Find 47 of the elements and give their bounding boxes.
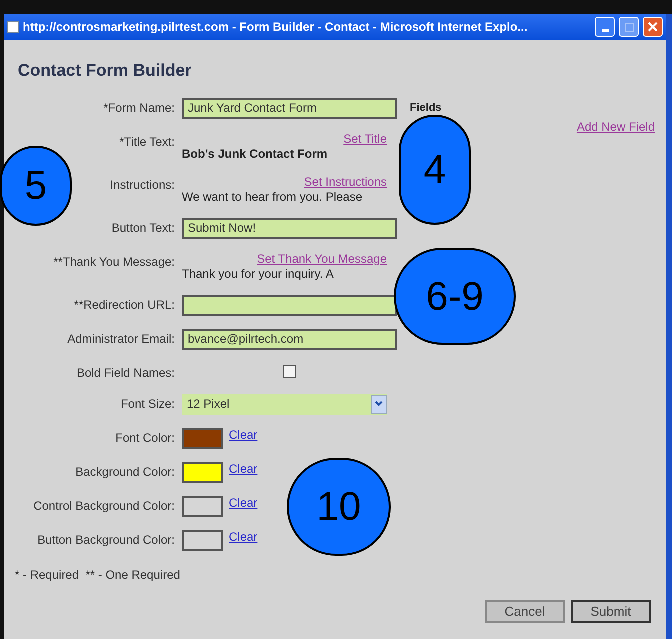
- dialog-button[interactable]: Cancel: [485, 600, 565, 622]
- close-icon: [648, 22, 658, 32]
- field-label: Bold Field Names:: [76, 364, 175, 380]
- window-title: http://controsmarketing.pilrtest.com - Form Builder - Contact - Microsoft Internet Explo...: [23, 19, 529, 36]
- color-swatch[interactable]: [182, 530, 223, 550]
- required-legend: * - Required ** - One Required: [15, 566, 400, 584]
- field-value: We want to hear from you. Please: [182, 190, 364, 204]
- page-heading: Contact Form Builder: [18, 60, 193, 82]
- minimize-icon: [602, 29, 608, 32]
- set-link[interactable]: Set Instructions: [304, 174, 387, 190]
- select-field[interactable]: 12 Pixel: [182, 394, 387, 414]
- field-label: Font Size:: [120, 396, 175, 412]
- maximize-button[interactable]: [619, 17, 639, 37]
- field-label: *Title Text:: [120, 134, 175, 150]
- text-field[interactable]: [182, 294, 397, 316]
- set-link[interactable]: Set Thank You Message: [257, 252, 387, 266]
- field-label: Button Text:: [112, 220, 175, 236]
- add-field-link[interactable]: Add New Field: [576, 118, 655, 136]
- text-field[interactable]: Junk Yard Contact Form: [182, 98, 397, 118]
- text-field[interactable]: Submit Now!: [182, 218, 397, 238]
- checkbox[interactable]: [283, 364, 296, 378]
- field-label: Button Background Color:: [38, 532, 175, 548]
- maximize-icon: [624, 22, 634, 32]
- field-value: Bob's Junk Contact Form: [182, 146, 329, 162]
- color-swatch[interactable]: [182, 428, 223, 448]
- field-label: **Thank You Message:: [54, 254, 175, 270]
- clear-link[interactable]: Clear: [229, 462, 258, 476]
- minimize-button[interactable]: [595, 17, 615, 37]
- field-label: Background Color:: [76, 464, 175, 480]
- field-label: Instructions:: [110, 176, 175, 192]
- field-label: *Form Name:: [104, 100, 175, 116]
- clear-link[interactable]: Clear: [229, 428, 258, 442]
- field-label: Font Color:: [116, 430, 175, 446]
- close-button[interactable]: [643, 17, 663, 37]
- field-value: Thank you for your inquiry. A: [182, 266, 335, 282]
- color-swatch[interactable]: [182, 496, 223, 516]
- color-swatch[interactable]: [182, 462, 223, 482]
- page-icon: [7, 21, 19, 33]
- dialog-button[interactable]: Submit: [571, 600, 651, 622]
- fields-heading: Fields: [410, 100, 443, 116]
- text-field[interactable]: bvance@pilrtech.com: [182, 328, 397, 350]
- clear-link[interactable]: Clear: [229, 530, 258, 544]
- field-label: Administrator Email:: [68, 330, 175, 346]
- field-label: Control Background Color:: [34, 498, 175, 514]
- clear-link[interactable]: Clear: [229, 496, 258, 510]
- set-link[interactable]: Set Title: [344, 132, 387, 146]
- field-label: **Redirection URL:: [74, 296, 175, 312]
